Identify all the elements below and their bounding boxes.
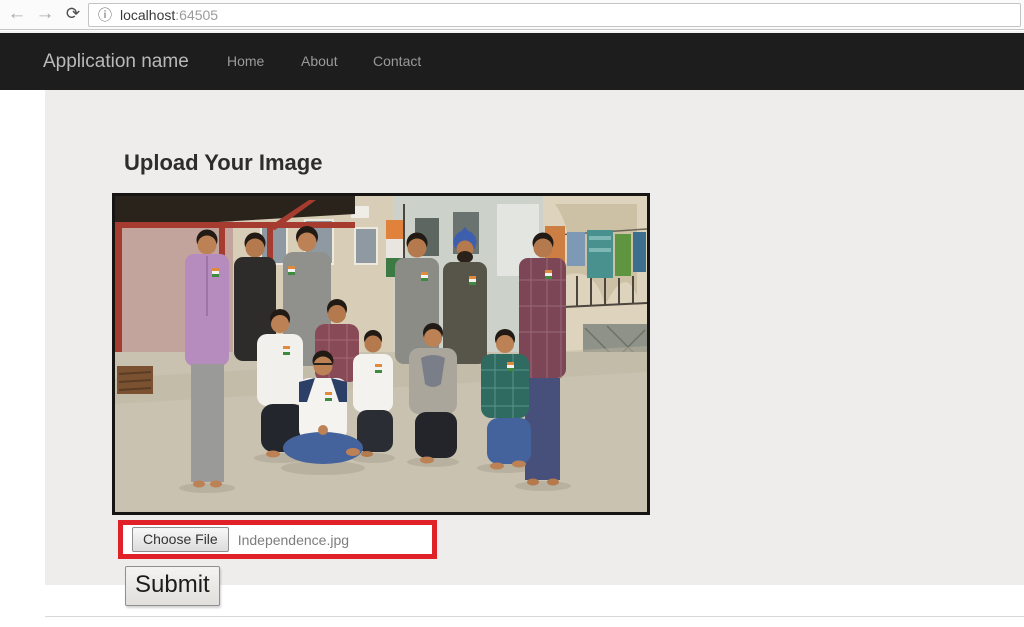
brand-link[interactable]: Application name xyxy=(43,33,189,90)
nav-item-home[interactable]: Home xyxy=(227,33,264,90)
content-container: Upload Your Image Choose File Independen… xyxy=(45,90,1024,606)
url-text: localhost:64505 xyxy=(120,7,219,23)
site-navbar: Application name Home About Contact xyxy=(0,33,1024,90)
file-name-text: Independence.jpg xyxy=(237,531,350,548)
browser-toolbar: ← → ⟳ ⓘ localhost:64505 xyxy=(0,0,1024,30)
url-port: :64505 xyxy=(175,7,219,23)
submit-button[interactable]: Submit xyxy=(125,566,220,606)
browser-window: ← → ⟳ ⓘ localhost:64505 Application name… xyxy=(0,0,1024,627)
address-bar[interactable]: ⓘ localhost:64505 xyxy=(88,3,1021,27)
back-icon[interactable]: ← xyxy=(4,0,30,30)
page-title: Upload Your Image xyxy=(124,150,323,175)
nav-item-about[interactable]: About xyxy=(301,33,338,90)
group-photo xyxy=(115,196,647,512)
choose-file-button[interactable]: Choose File xyxy=(132,527,229,552)
file-input-highlight: Choose File Independence.jpg xyxy=(118,520,437,559)
forward-icon[interactable]: → xyxy=(32,0,58,30)
page-info-icon[interactable]: ⓘ xyxy=(98,8,112,22)
nav-item-contact[interactable]: Contact xyxy=(373,33,421,90)
uploaded-image-preview xyxy=(112,193,650,515)
footer-divider xyxy=(45,616,1024,617)
reload-icon[interactable]: ⟳ xyxy=(60,0,86,30)
